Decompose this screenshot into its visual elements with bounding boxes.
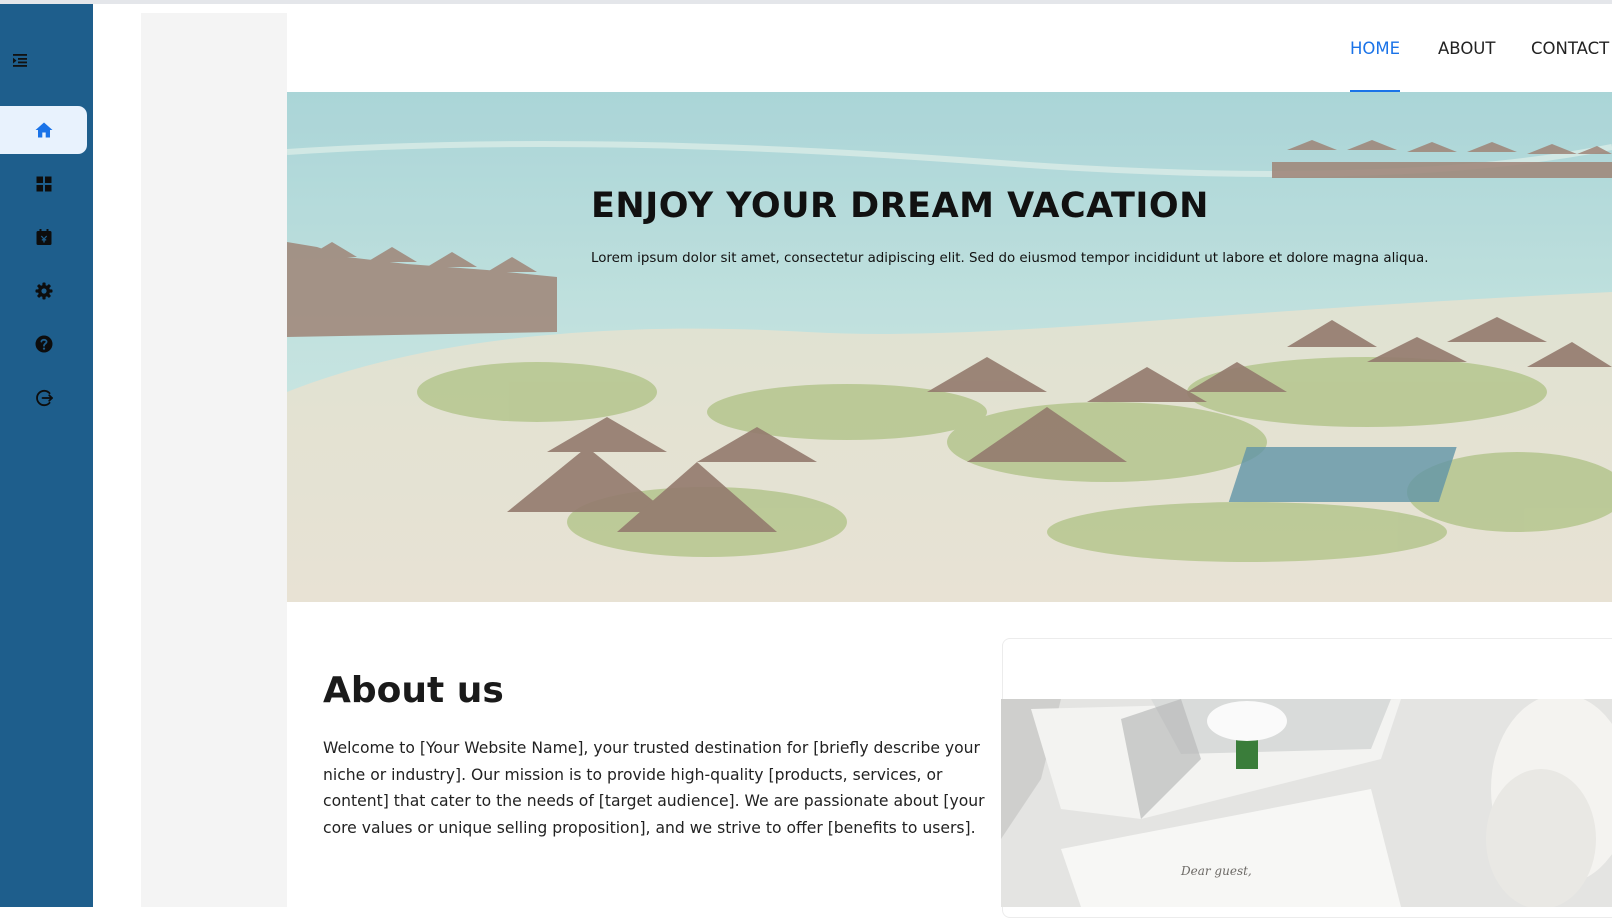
about-description: Welcome to [Your Website Name], your tru… <box>323 739 985 838</box>
resort-aerial-image <box>287 92 1612 602</box>
nav-link-contact[interactable]: CONTACT <box>1531 4 1609 92</box>
logout-icon <box>35 389 53 407</box>
hero-title: ENJOY YOUR DREAM VACATION <box>591 186 1209 226</box>
sidebar-item-bookings[interactable] <box>0 213 87 261</box>
home-icon <box>35 122 52 138</box>
grid-icon <box>36 176 51 192</box>
page-gutter <box>141 13 287 907</box>
sidebar-item-home[interactable] <box>0 106 87 154</box>
about-heading: About us <box>323 670 504 711</box>
sidebar-item-help[interactable] <box>0 320 87 368</box>
card-note-text: Dear guest, <box>1181 864 1252 878</box>
hero-subtitle: Lorem ipsum dolor sit amet, consectetur … <box>591 251 1429 266</box>
sidebar-item-dashboard[interactable] <box>0 160 87 208</box>
help-icon <box>35 335 52 353</box>
sidebar-item-settings[interactable] <box>0 267 87 315</box>
calendar-icon <box>36 229 51 245</box>
gear-icon <box>35 282 52 300</box>
top-navigation: HOME ABOUT CONTACT <box>287 4 1612 92</box>
nav-link-about[interactable]: ABOUT <box>1438 4 1495 92</box>
sidebar <box>0 4 93 907</box>
hero-banner: ENJOY YOUR DREAM VACATION Lorem ipsum do… <box>287 92 1612 602</box>
nav-link-home[interactable]: HOME <box>1350 4 1401 92</box>
sidebar-item-logout[interactable] <box>0 374 87 422</box>
welcome-card-photo: Dear guest, <box>1001 699 1612 907</box>
menu-indent-icon[interactable] <box>8 48 32 72</box>
